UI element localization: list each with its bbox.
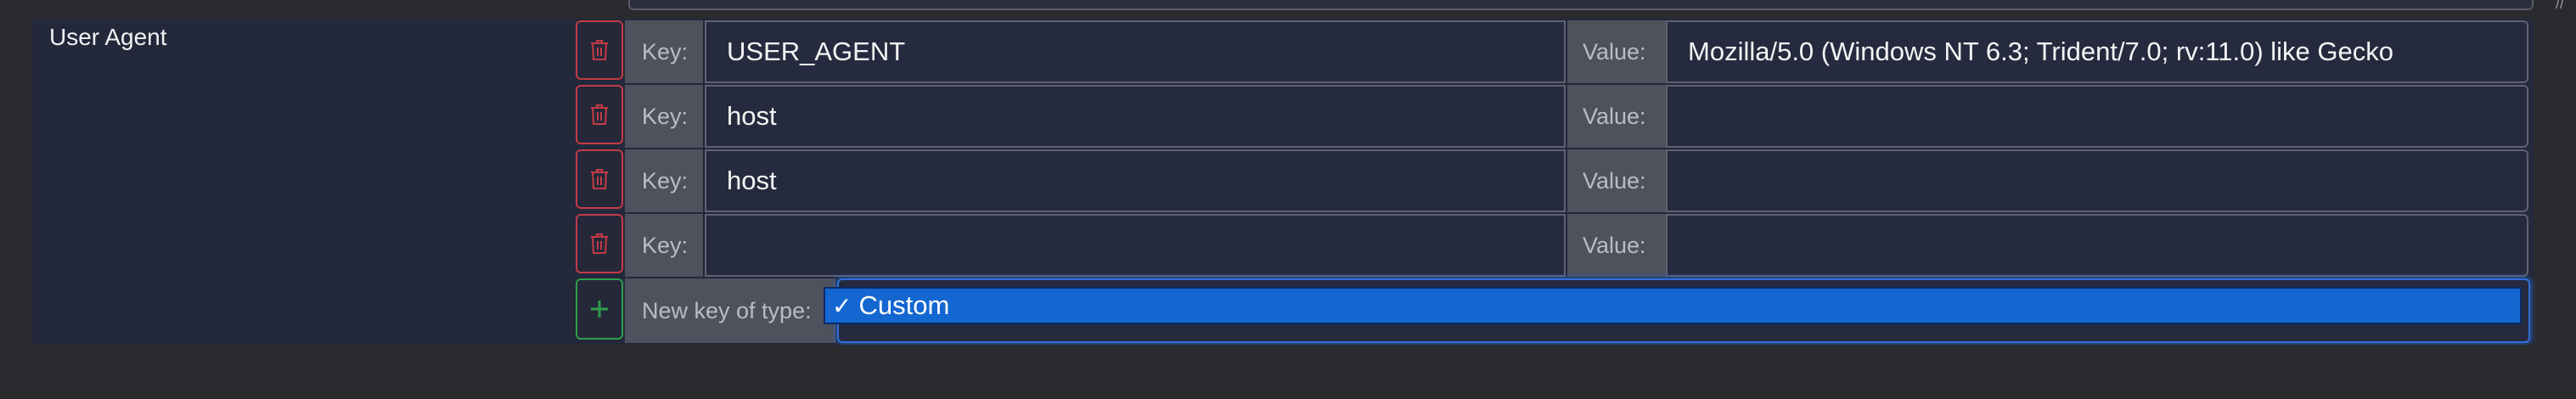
bottom-area — [0, 345, 2576, 399]
top-bar: // — [0, 0, 2576, 19]
new-key-row: New key of type: ⌄ ✓ Custom — [576, 278, 2530, 346]
delete-row-button[interactable] — [576, 85, 623, 144]
key-input[interactable]: USER_AGENT — [705, 20, 1566, 83]
value-label: Value: — [1567, 214, 1666, 277]
dropdown-option-custom[interactable]: ✓ Custom — [824, 287, 2522, 324]
checkmark-icon: ✓ — [832, 292, 852, 319]
key-label: Key: — [625, 214, 703, 277]
delete-row-button[interactable] — [576, 214, 623, 273]
value-input[interactable]: Mozilla/5.0 (Windows NT 6.3; Trident/7.0… — [1666, 20, 2528, 83]
trash-icon — [591, 233, 608, 254]
value-label: Value: — [1567, 149, 1666, 212]
delete-row-button[interactable] — [576, 149, 623, 209]
kv-row: Key: host Value: — [576, 149, 2528, 212]
key-label: Key: — [625, 20, 703, 83]
kv-row: Key: host Value: — [576, 85, 2528, 148]
key-label: Key: — [625, 85, 703, 148]
value-input[interactable] — [1666, 85, 2528, 148]
value-label: Value: — [1567, 85, 1666, 148]
dropdown-option-label: Custom — [858, 290, 950, 320]
trash-icon — [591, 40, 608, 60]
delete-row-button[interactable] — [576, 20, 623, 80]
value-input[interactable] — [1666, 214, 2528, 277]
key-input[interactable]: host — [705, 85, 1566, 148]
plus-icon — [591, 301, 608, 318]
kv-row: Key: USER_AGENT Value: Mozilla/5.0 (Wind… — [576, 20, 2528, 83]
key-label: Key: — [625, 149, 703, 212]
key-input[interactable] — [705, 214, 1566, 277]
value-input[interactable] — [1666, 149, 2528, 212]
trash-icon — [591, 169, 608, 189]
trash-icon — [591, 104, 608, 125]
section-label: User Agent — [49, 24, 167, 50]
resize-handle-icon[interactable]: // — [2556, 0, 2564, 11]
new-key-type-label: New key of type: — [625, 278, 835, 343]
key-input[interactable]: host — [705, 149, 1566, 212]
add-key-button[interactable] — [576, 278, 623, 340]
value-label: Value: — [1567, 20, 1666, 83]
previous-field[interactable] — [628, 0, 2534, 10]
kv-row: Key: Value: — [576, 214, 2528, 277]
